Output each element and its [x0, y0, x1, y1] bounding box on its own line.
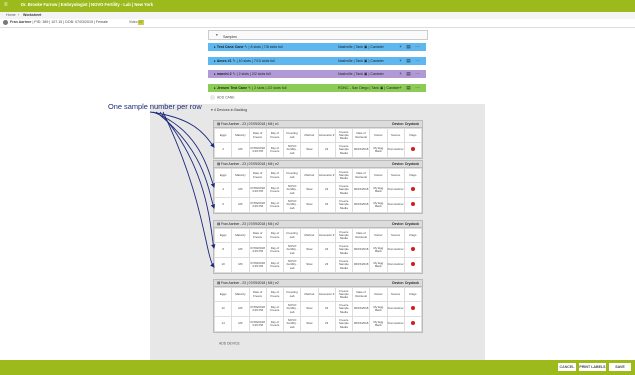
annotation-arrow [152, 111, 215, 188]
save-button[interactable]: SAVE [609, 363, 631, 371]
annotation-arrow [155, 111, 215, 209]
annotation-arrows [149, 111, 216, 268]
cancel-button[interactable]: CANCEL [558, 363, 576, 371]
print-labels-button[interactable]: PRINT LABELS [579, 363, 606, 371]
footer-bar: CANCEL PRINT LABELS SAVE [0, 360, 635, 375]
